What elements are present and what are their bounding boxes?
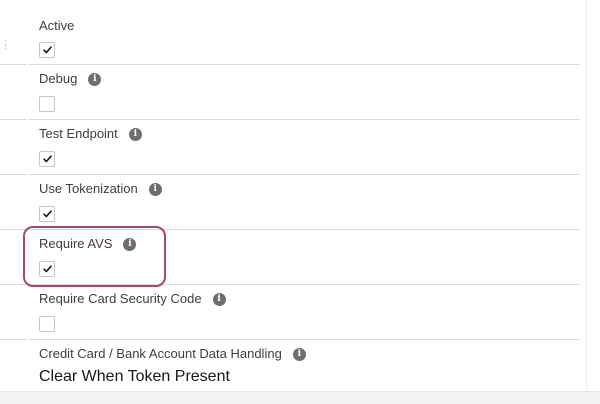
field-label-debug: Debug [39, 71, 78, 86]
right-edge-line [586, 0, 587, 391]
use-tokenization-checkbox[interactable] [39, 206, 55, 222]
field-label-row: Credit Card / Bank Account Data Handling… [39, 346, 306, 362]
field-label-data-handling: Credit Card / Bank Account Data Handling [39, 346, 282, 361]
field-label-use-tokenization: Use Tokenization [39, 181, 138, 196]
info-icon[interactable]: i [292, 347, 306, 361]
info-icon[interactable]: i [128, 127, 142, 141]
field-debug: Debug i [28, 65, 580, 120]
checkmark-icon [43, 210, 52, 218]
active-checkbox[interactable] [39, 42, 55, 58]
field-active: Active [28, 10, 580, 65]
left-divider [0, 174, 26, 175]
info-icon[interactable]: i [88, 72, 102, 86]
left-divider [0, 229, 26, 230]
left-column: ⋮ [0, 0, 28, 391]
left-divider [0, 119, 26, 120]
left-divider [0, 64, 26, 65]
field-label-row: Debug i [39, 71, 102, 87]
field-label-active: Active [39, 18, 75, 33]
debug-checkbox[interactable] [39, 96, 55, 112]
field-use-tokenization: Use Tokenization i [28, 175, 580, 230]
info-icon[interactable]: i [148, 182, 162, 196]
test-endpoint-checkbox[interactable] [39, 151, 55, 167]
field-require-card-security-code: Require Card Security Code i [28, 285, 580, 340]
field-test-endpoint: Test Endpoint i [28, 120, 580, 175]
field-data-handling: Credit Card / Bank Account Data Handling… [28, 340, 580, 391]
checkmark-icon [43, 46, 52, 54]
field-label-row: Require Card Security Code i [39, 291, 226, 307]
left-divider [0, 284, 26, 285]
require-avs-highlight [23, 226, 166, 287]
field-label-require-card-security-code: Require Card Security Code [39, 291, 202, 306]
require-card-security-code-checkbox[interactable] [39, 316, 55, 332]
field-label-row: Active [39, 18, 74, 34]
info-icon[interactable]: i [212, 292, 226, 306]
footer-bar [0, 391, 600, 404]
data-handling-value: Clear When Token Present [39, 368, 230, 385]
left-divider [0, 339, 26, 340]
field-label-test-endpoint: Test Endpoint [39, 126, 118, 141]
checkmark-icon [43, 155, 52, 163]
field-label-row: Use Tokenization i [39, 181, 162, 197]
field-label-row: Test Endpoint i [39, 126, 142, 142]
left-column-fragment: ⋮ [0, 39, 11, 51]
